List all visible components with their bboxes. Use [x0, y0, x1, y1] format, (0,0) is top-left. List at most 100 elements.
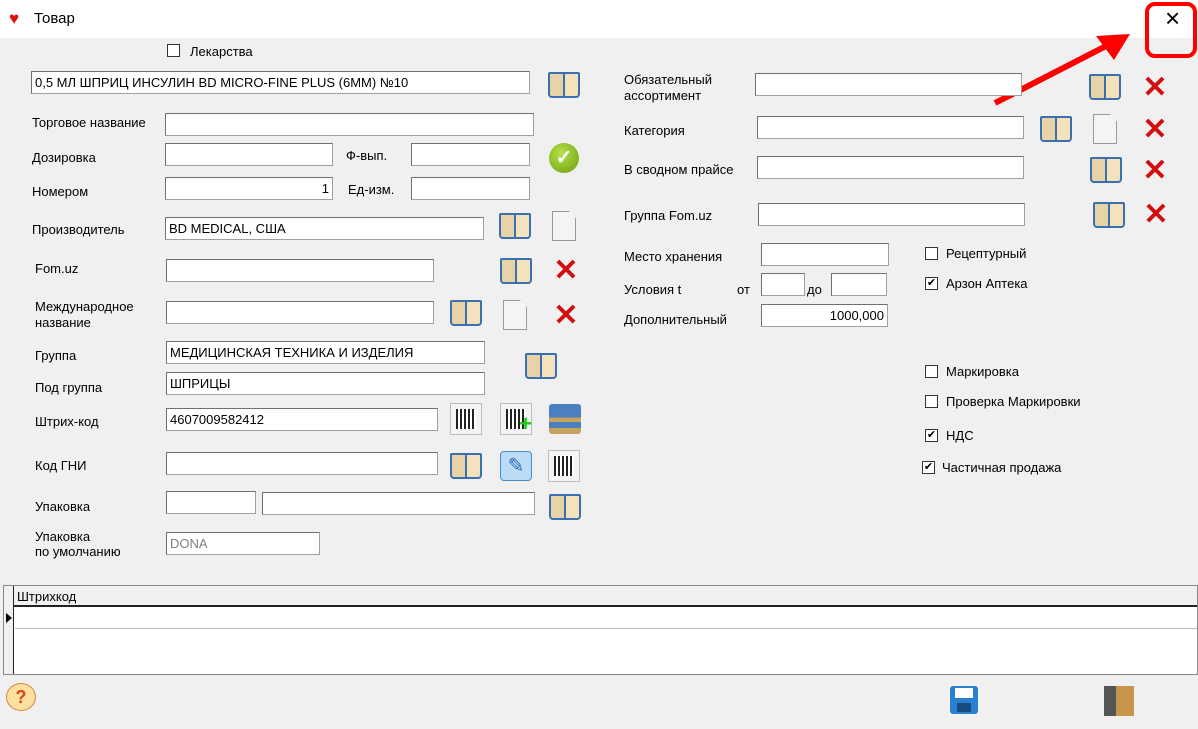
fom-group-label: Группа Fom.uz — [624, 208, 713, 223]
category-input[interactable] — [757, 116, 1024, 139]
conditions-from-label: от — [737, 282, 750, 297]
form-input[interactable] — [411, 143, 530, 166]
book-icon[interactable] — [1093, 202, 1125, 228]
delete-x-icon[interactable]: ✕ — [1141, 200, 1171, 231]
partial-sale-label: Частичная продажа — [942, 460, 1062, 475]
row-indicator-column — [4, 586, 14, 674]
app-heart-icon: ♥ — [9, 9, 20, 28]
book-icon[interactable] — [500, 258, 532, 284]
book-icon[interactable] — [1090, 157, 1122, 183]
delete-x-icon[interactable]: ✕ — [551, 301, 581, 332]
marking-checkbox[interactable] — [925, 365, 938, 378]
intl-name-label: Международное — [35, 299, 134, 314]
form-label: Ф-вып. — [346, 148, 388, 163]
book-icon[interactable] — [548, 72, 580, 98]
book-icon[interactable] — [549, 494, 581, 520]
pack-name-input[interactable] — [262, 492, 535, 515]
subgroup-input[interactable]: ШПРИЦЫ — [166, 372, 485, 395]
grid-header — [4, 586, 1197, 607]
delete-x-icon[interactable]: ✕ — [1140, 73, 1170, 104]
default-pack-label-2: по умолчанию — [35, 544, 121, 559]
book-icon[interactable] — [1040, 116, 1072, 142]
conditions-to-label: до — [807, 282, 822, 297]
annotation-highlight-box — [1145, 2, 1197, 58]
fom-input[interactable] — [166, 259, 434, 282]
document-icon[interactable] — [503, 300, 527, 330]
pack-qty-input[interactable] — [166, 491, 256, 514]
group-input[interactable]: МЕДИЦИНСКАЯ ТЕХНИКА И ИЗДЕЛИЯ — [166, 341, 485, 364]
storage-label: Место хранения — [624, 249, 723, 264]
document-icon[interactable] — [552, 211, 576, 241]
book-icon[interactable] — [525, 353, 557, 379]
marking-label: Маркировка — [946, 364, 1019, 379]
dosage-input[interactable] — [165, 143, 333, 166]
mandatory-label-2: ассортимент — [624, 88, 702, 103]
save-floppy-icon[interactable] — [950, 686, 978, 714]
unit-input[interactable] — [411, 177, 530, 200]
barcode-label: Штрих-код — [35, 414, 99, 429]
lekarstva-label: Лекарства — [190, 44, 253, 59]
check-ok-icon[interactable]: ✓ — [549, 143, 579, 173]
trade-name-label: Торговое название — [32, 115, 146, 130]
pencil-edit-icon[interactable]: ✎ — [500, 451, 532, 481]
dosage-label: Дозировка — [32, 150, 96, 165]
lekarstva-checkbox[interactable] — [167, 44, 180, 57]
barcode-input[interactable]: 4607009582412 — [166, 408, 438, 431]
gni-input[interactable] — [166, 452, 438, 475]
grid-row[interactable] — [15, 608, 1197, 629]
delete-x-icon[interactable]: ✕ — [1140, 156, 1170, 187]
barcode-grid[interactable]: Штрихкод — [3, 585, 1198, 675]
books-stack-icon[interactable] — [549, 404, 581, 434]
arzon-apteka-label: Арзон Аптека — [946, 276, 1028, 291]
intl-name-input[interactable] — [166, 301, 434, 324]
mandatory-input[interactable] — [755, 73, 1022, 96]
row-pointer-icon — [6, 613, 12, 623]
book-icon[interactable] — [450, 453, 482, 479]
arzon-apteka-checkbox[interactable]: ✔ — [925, 277, 938, 290]
help-icon[interactable]: ? — [6, 683, 36, 711]
book-icon[interactable] — [1089, 74, 1121, 100]
number-input[interactable]: 1 — [165, 177, 333, 200]
exit-door-icon[interactable] — [1104, 686, 1134, 716]
additional-input[interactable]: 1000,000 — [761, 304, 888, 327]
trade-name-input[interactable] — [165, 113, 534, 136]
retseptur-label: Рецептурный — [946, 246, 1027, 261]
grid-column-header[interactable]: Штрихкод — [17, 589, 76, 605]
marking-check-label: Проверка Маркировки — [946, 394, 1081, 409]
book-icon[interactable] — [499, 213, 531, 239]
document-icon[interactable] — [1093, 114, 1117, 144]
retseptur-checkbox[interactable] — [925, 247, 938, 260]
manufacturer-input[interactable]: BD MEDICAL, США — [165, 217, 484, 240]
mandatory-label: Обязательный — [624, 72, 712, 87]
marking-check-checkbox[interactable] — [925, 395, 938, 408]
barcode-add-icon[interactable]: + — [500, 403, 532, 436]
fom-group-input[interactable] — [758, 203, 1025, 226]
delete-x-icon[interactable]: ✕ — [1140, 115, 1170, 146]
book-icon[interactable] — [450, 300, 482, 326]
unit-label: Ед-изм. — [348, 182, 395, 197]
default-pack-label: Упаковка — [35, 529, 91, 544]
temp-from-input[interactable] — [761, 273, 805, 296]
temp-to-input[interactable] — [831, 273, 887, 296]
pack-label: Упаковка — [35, 499, 91, 514]
storage-input[interactable] — [761, 243, 889, 266]
vat-checkbox[interactable]: ✔ — [925, 429, 938, 442]
window-title: Товар — [34, 10, 75, 27]
barcode-icon[interactable] — [548, 450, 580, 482]
partial-sale-checkbox[interactable]: ✔ — [922, 461, 935, 474]
subgroup-label: Под группа — [35, 380, 103, 395]
group-label: Группа — [35, 348, 77, 363]
manufacturer-label: Производитель — [32, 222, 125, 237]
fom-label: Fom.uz — [35, 261, 79, 276]
summary-price-label: В сводном прайсе — [624, 162, 734, 177]
barcode-icon[interactable] — [450, 403, 482, 435]
default-pack-input: DONA — [166, 532, 320, 555]
delete-x-icon[interactable]: ✕ — [551, 256, 581, 287]
summary-price-input[interactable] — [757, 156, 1024, 179]
intl-name-label-2: название — [35, 315, 91, 330]
product-name-input[interactable]: 0,5 МЛ ШПРИЦ ИНСУЛИН BD MICRO-FINE PLUS … — [31, 71, 530, 94]
category-label: Категория — [624, 123, 685, 138]
conditions-label: Условия t — [624, 282, 682, 297]
number-label: Номером — [32, 184, 89, 199]
vat-label: НДС — [946, 428, 974, 443]
